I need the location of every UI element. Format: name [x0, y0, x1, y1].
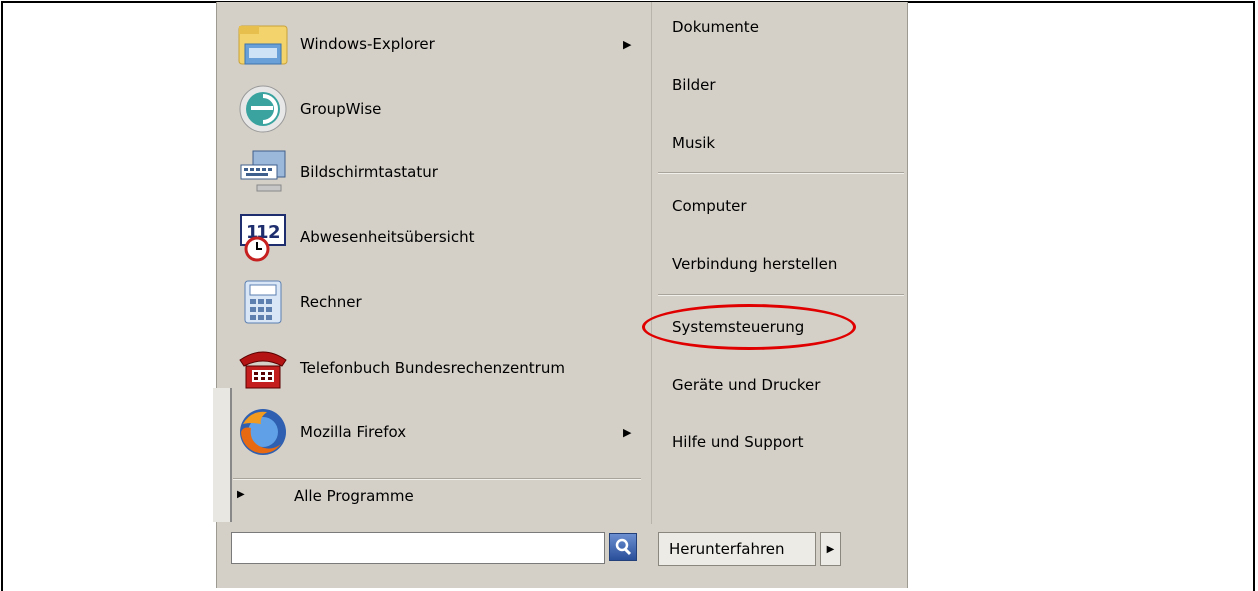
- program-item-telefonbuch[interactable]: Telefonbuch Bundesrechenzentrum: [217, 338, 650, 398]
- search-button[interactable]: [609, 533, 637, 561]
- program-item-groupwise[interactable]: GroupWise: [217, 79, 650, 139]
- divider: [658, 294, 904, 296]
- shutdown-button[interactable]: Herunterfahren: [658, 532, 816, 566]
- submenu-arrow-icon: ▶: [623, 37, 632, 51]
- link-musik[interactable]: Musik: [672, 134, 715, 152]
- groupwise-icon: [233, 84, 293, 134]
- pinned-programs-list: Windows-Explorer ▶ GroupWise Bildschirmt…: [213, 2, 650, 524]
- taskbar-edge: [213, 388, 232, 522]
- link-computer[interactable]: Computer: [672, 197, 747, 215]
- keyboard-monitor-icon: [233, 147, 293, 197]
- program-item-abwesenheitsuebersicht[interactable]: 1 1 2 Abwesenheitsübersicht: [217, 207, 650, 267]
- link-hilfe-und-support[interactable]: Hilfe und Support: [672, 433, 804, 451]
- firefox-icon: [233, 407, 293, 457]
- program-label: Mozilla Firefox: [300, 423, 407, 441]
- highlight-circle: [642, 304, 856, 350]
- program-label: Rechner: [300, 293, 362, 311]
- divider: [658, 172, 904, 174]
- chevron-right-icon: ▶: [826, 543, 835, 555]
- shutdown-label: Herunterfahren: [669, 540, 785, 558]
- search-icon: [615, 538, 632, 556]
- program-label: Bildschirmtastatur: [300, 163, 438, 181]
- all-programs-label: Alle Programme: [294, 487, 414, 505]
- start-menu: Windows-Explorer ▶ GroupWise Bildschirmt…: [213, 2, 908, 588]
- calculator-icon: [233, 277, 293, 327]
- link-dokumente[interactable]: Dokumente: [672, 18, 759, 36]
- link-geraete-und-drucker[interactable]: Geräte und Drucker: [672, 376, 820, 394]
- svg-text:2: 2: [268, 222, 281, 243]
- calendar-clock-icon: 1 1 2: [233, 212, 293, 262]
- program-item-bildschirmtastatur[interactable]: Bildschirmtastatur: [217, 142, 650, 202]
- program-label: Telefonbuch Bundesrechenzentrum: [300, 359, 565, 377]
- program-label: Windows-Explorer: [300, 35, 435, 53]
- link-verbindung-herstellen[interactable]: Verbindung herstellen: [672, 255, 837, 273]
- system-links-list: Dokumente Bilder Musik Computer Verbindu…: [651, 2, 908, 524]
- program-item-windows-explorer[interactable]: Windows-Explorer ▶: [217, 14, 650, 74]
- all-programs-button[interactable]: ▶ Alle Programme: [217, 480, 650, 514]
- shutdown-options-button[interactable]: ▶: [820, 532, 841, 566]
- search-input[interactable]: [231, 532, 605, 564]
- bottom-bar: Herunterfahren ▶: [217, 524, 907, 588]
- telephone-icon: [233, 343, 293, 393]
- link-bilder[interactable]: Bilder: [672, 76, 716, 94]
- submenu-arrow-icon: ▶: [623, 425, 632, 439]
- folder-explorer-icon: [233, 19, 293, 69]
- program-item-mozilla-firefox[interactable]: Mozilla Firefox ▶: [217, 402, 650, 462]
- program-label: Abwesenheitsübersicht: [300, 228, 475, 246]
- program-label: GroupWise: [300, 100, 382, 118]
- program-item-rechner[interactable]: Rechner: [217, 272, 650, 332]
- submenu-arrow-icon: ▶: [237, 489, 245, 500]
